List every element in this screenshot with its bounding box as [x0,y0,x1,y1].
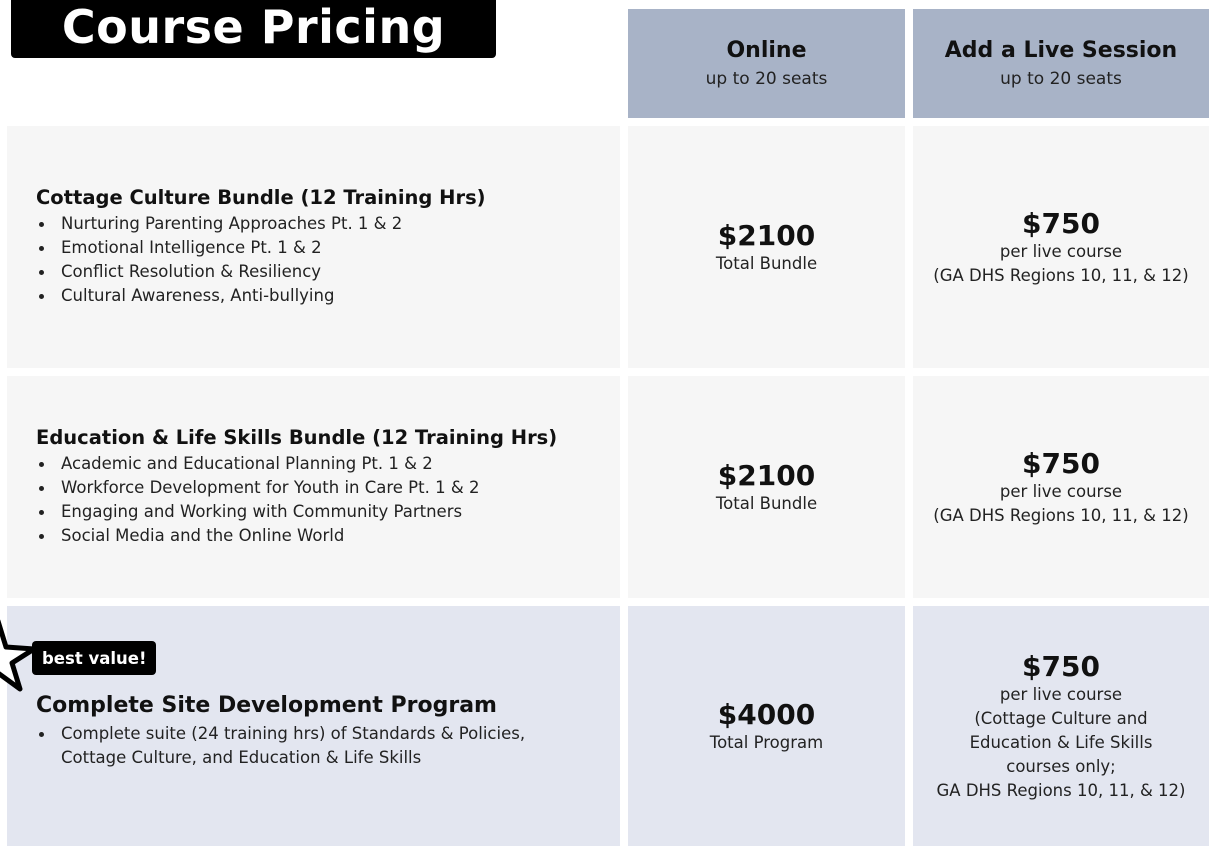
course-list: Complete suite (24 training hrs) of Stan… [36,722,620,770]
page-title: Course Pricing [61,0,446,54]
live-note: GA DHS Regions 10, 11, & 12) [936,780,1186,800]
list-item: Conflict Resolution & Resiliency [36,260,620,284]
column-title: Online [726,38,807,63]
live-note: per live course [999,241,1123,261]
list-item: Cultural Awareness, Anti-bullying [36,284,620,308]
live-price-cell: $750 per live course (Cottage Culture an… [913,606,1209,846]
live-note: courses only; [1006,756,1116,776]
list-item: Engaging and Working with Community Part… [36,500,620,524]
online-note: Total Program [709,732,824,752]
online-price: $2100 [717,218,816,252]
online-price: $4000 [717,697,816,731]
bundle-title: Education & Life Skills Bundle (12 Train… [36,426,558,449]
best-value-badge: best value! [32,641,157,675]
list-item: Nurturing Parenting Approaches Pt. 1 & 2 [36,212,620,236]
online-price: $2100 [717,458,816,492]
live-note: (Cottage Culture and [974,708,1148,728]
online-price-cell: $2100 Total Bundle [628,126,905,368]
column-header-live: Add a Live Session up to 20 seats [913,9,1209,118]
bundle-description: Cottage Culture Bundle (12 Training Hrs)… [7,126,620,368]
column-header-online: Online up to 20 seats [628,9,905,118]
live-note: (GA DHS Regions 10, 11, & 12) [933,505,1189,525]
live-price-cell: $750 per live course (GA DHS Regions 10,… [913,376,1209,598]
live-note: per live course [999,481,1123,501]
live-price-cell: $750 per live course (GA DHS Regions 10,… [913,126,1209,368]
online-price-cell: $4000 Total Program [628,606,905,846]
column-subtitle: up to 20 seats [1000,69,1122,89]
bundle-title: Cottage Culture Bundle (12 Training Hrs) [36,186,486,209]
live-price: $750 [1022,649,1100,683]
online-price-cell: $2100 Total Bundle [628,376,905,598]
list-item: Workforce Development for Youth in Care … [36,476,620,500]
course-list: Nurturing Parenting Approaches Pt. 1 & 2… [36,212,620,308]
list-item: Academic and Educational Planning Pt. 1 … [36,452,620,476]
pricing-page: Course Pricing Online up to 20 seats Add… [0,0,1209,846]
bundle-title: Complete Site Development Program [36,692,497,718]
live-note: (GA DHS Regions 10, 11, & 12) [933,265,1189,285]
live-note: Education & Life Skills [969,732,1153,752]
online-note: Total Bundle [715,253,818,273]
list-item: Emotional Intelligence Pt. 1 & 2 [36,236,620,260]
column-subtitle: up to 20 seats [705,69,828,89]
list-item: Social Media and the Online World [36,524,620,548]
column-title: Add a Live Session [944,38,1178,63]
live-price: $750 [1022,206,1100,240]
bundle-description: Education & Life Skills Bundle (12 Train… [7,376,620,598]
live-price: $750 [1022,446,1100,480]
title-banner: Course Pricing [11,0,496,58]
list-item-continued: Cottage Culture, and Education & Life Sk… [61,747,422,767]
list-item: Complete suite (24 training hrs) of Stan… [36,722,620,746]
live-note: per live course [999,684,1123,704]
course-list: Academic and Educational Planning Pt. 1 … [36,452,620,548]
online-note: Total Bundle [715,493,818,513]
